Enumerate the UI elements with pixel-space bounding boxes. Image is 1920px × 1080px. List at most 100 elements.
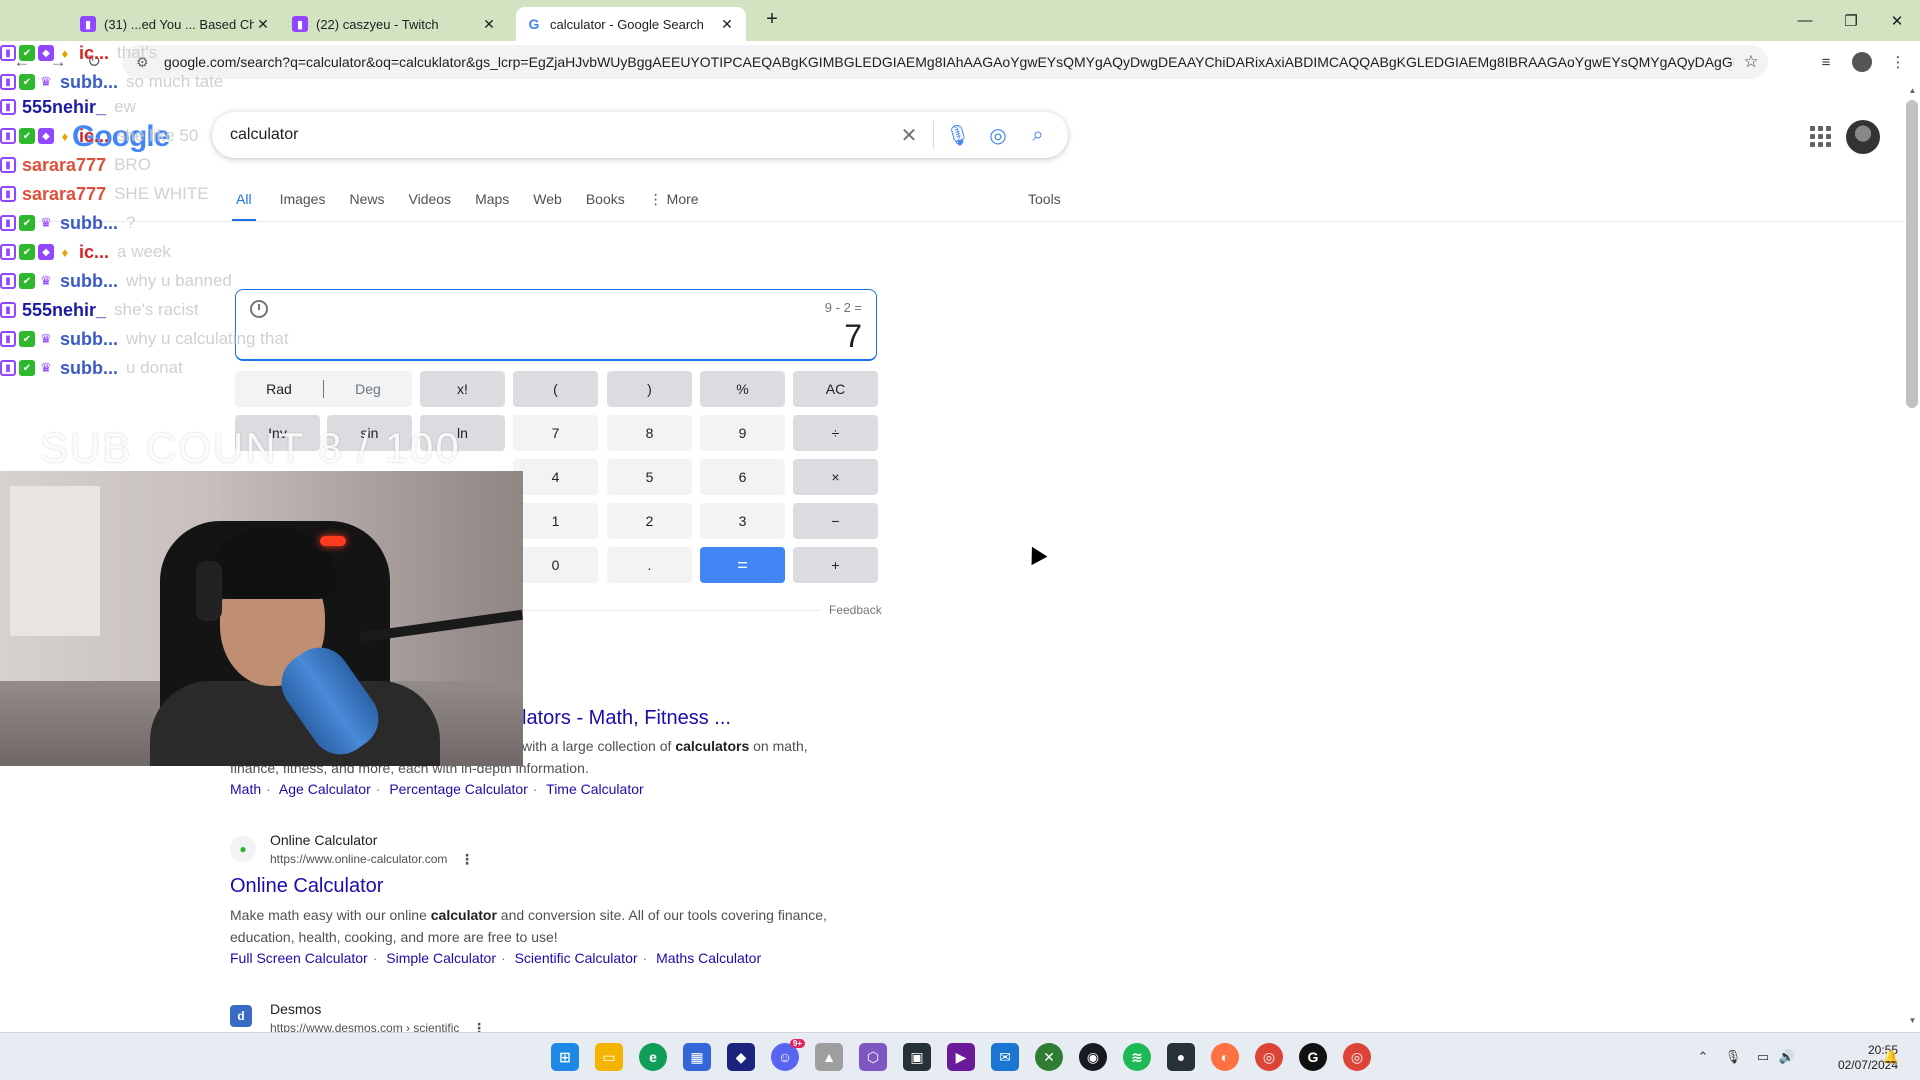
search-input[interactable]	[230, 126, 889, 144]
close-icon[interactable]: ✕	[480, 16, 498, 33]
tab-more[interactable]: ⋮ More	[649, 186, 699, 222]
start-icon[interactable]: ⊞	[551, 1043, 579, 1071]
discord-icon[interactable]: ☺ 9+	[771, 1039, 805, 1071]
browser-tab-1[interactable]: ▮ (31) ...ed You ... Based Ch ✕	[70, 7, 282, 41]
close-icon[interactable]: ✕	[718, 16, 736, 33]
divide-key[interactable]: ÷	[793, 415, 878, 451]
key-7[interactable]: 7	[513, 415, 598, 451]
right-paren-key[interactable]: )	[607, 371, 692, 407]
key-1[interactable]: 1	[513, 503, 598, 539]
clear-icon[interactable]: ✕	[889, 115, 929, 155]
media-control-icon[interactable]: ≡	[1814, 50, 1838, 74]
edge-icon[interactable]: e	[639, 1043, 667, 1071]
address-bar[interactable]: ⚙ google.com/search?q=calculator&oq=calc…	[122, 45, 1768, 79]
google-apps-icon[interactable]	[1808, 124, 1832, 148]
tab-books[interactable]: Books	[586, 186, 625, 222]
file-explorer-icon[interactable]: ▭	[595, 1043, 623, 1071]
key-5[interactable]: 5	[607, 459, 692, 495]
profile-icon[interactable]	[1850, 50, 1874, 74]
window-close-icon[interactable]: ✕	[1874, 0, 1920, 41]
sitelink[interactable]: Time Calculator	[546, 781, 644, 797]
photos-icon[interactable]: ▲	[815, 1043, 843, 1071]
menu-icon[interactable]: ⋮	[1886, 50, 1910, 74]
result-site-name[interactable]: Online Calculator	[270, 832, 377, 848]
subtract-key[interactable]: −	[793, 503, 878, 539]
tab-maps[interactable]: Maps	[475, 186, 509, 222]
sitelink[interactable]: Math	[230, 781, 261, 797]
scroll-thumb[interactable]	[1906, 100, 1918, 408]
tab-all[interactable]: All	[232, 186, 256, 222]
factorial-key[interactable]: x!	[420, 371, 505, 407]
notification-bell-icon[interactable]: 🔔	[1882, 1049, 1900, 1067]
close-icon[interactable]: ✕	[254, 16, 272, 33]
network-icon[interactable]: ▭	[1754, 1049, 1772, 1067]
deg-option[interactable]: Deg	[324, 381, 412, 397]
tools-button[interactable]: Tools	[1028, 191, 1061, 207]
chrome-icon[interactable]: ◎	[1255, 1043, 1283, 1071]
result-url[interactable]: https://www.online-calculator.com	[270, 852, 447, 866]
tab-web[interactable]: Web	[533, 186, 562, 222]
steam-icon[interactable]: ◉	[1079, 1043, 1107, 1071]
minimize-icon[interactable]: —	[1782, 0, 1828, 41]
all-clear-key[interactable]: AC	[793, 371, 878, 407]
chat-username: subb...	[60, 71, 118, 92]
scroll-up-icon[interactable]: ▲	[1905, 86, 1920, 101]
sitelink[interactable]: Full Screen Calculator	[230, 950, 368, 966]
app-icon[interactable]: ◆	[727, 1043, 755, 1071]
twitch-badge-icon: ▮	[0, 273, 16, 289]
result-title[interactable]: Online Calculator	[230, 875, 383, 898]
tab-news[interactable]: News	[349, 186, 384, 222]
search-icon[interactable]: ⌕	[1018, 115, 1058, 155]
sitelink[interactable]: Percentage Calculator	[389, 781, 528, 797]
video-editor-icon[interactable]: ▶	[947, 1043, 975, 1071]
key-3[interactable]: 3	[700, 503, 785, 539]
rad-option[interactable]: Rad	[235, 381, 323, 397]
xbox-icon[interactable]: ✕	[1035, 1043, 1063, 1071]
left-paren-key[interactable]: (	[513, 371, 598, 407]
browser-tab-3[interactable]: G calculator - Google Search ✕	[516, 7, 746, 41]
app-icon[interactable]: ⬡	[859, 1043, 887, 1071]
result-title[interactable]: lators - Math, Fitness ...	[522, 707, 731, 730]
sitelink[interactable]: Maths Calculator	[656, 950, 761, 966]
rad-deg-toggle[interactable]: Rad Deg	[235, 371, 412, 407]
sitelink[interactable]: Age Calculator	[279, 781, 371, 797]
new-tab-button[interactable]: +	[760, 8, 784, 32]
decimal-key[interactable]: .	[607, 547, 692, 583]
key-4[interactable]: 4	[513, 459, 598, 495]
account-avatar[interactable]	[1846, 120, 1880, 154]
more-options-icon[interactable]: ⋮	[460, 851, 474, 868]
firefox-icon[interactable]: ◐	[1211, 1043, 1239, 1071]
percent-key[interactable]: %	[700, 371, 785, 407]
tab-images[interactable]: Images	[280, 186, 326, 222]
equals-key[interactable]: =	[700, 547, 785, 583]
chrome-icon[interactable]: ◎	[1343, 1043, 1371, 1071]
key-6[interactable]: 6	[700, 459, 785, 495]
mail-icon[interactable]: ✉	[991, 1043, 1019, 1071]
restore-icon[interactable]: ❐	[1828, 0, 1874, 41]
microphone-icon[interactable]: 🎙	[1724, 1049, 1742, 1067]
multiply-key[interactable]: ×	[793, 459, 878, 495]
tab-videos[interactable]: Videos	[409, 186, 452, 222]
bookmark-star-icon[interactable]: ☆	[1734, 52, 1768, 72]
spotify-icon[interactable]: ≋	[1123, 1043, 1151, 1071]
store-icon[interactable]: ▦	[683, 1043, 711, 1071]
volume-icon[interactable]: 🔊	[1778, 1049, 1796, 1067]
key-2[interactable]: 2	[607, 503, 692, 539]
sitelink[interactable]: Scientific Calculator	[515, 950, 638, 966]
terminal-icon[interactable]: ▣	[903, 1043, 931, 1071]
microphone-icon[interactable]: 🎙	[938, 115, 978, 155]
key-0[interactable]: 0	[513, 547, 598, 583]
history-icon[interactable]	[250, 300, 268, 318]
key-9[interactable]: 9	[700, 415, 785, 451]
lens-camera-icon[interactable]: ◎	[978, 115, 1018, 155]
obs-icon[interactable]: ●	[1167, 1043, 1195, 1071]
sitelink[interactable]: Simple Calculator	[386, 950, 496, 966]
add-key[interactable]: +	[793, 547, 878, 583]
result-site-name[interactable]: Desmos	[270, 1001, 321, 1017]
browser-tab-2[interactable]: ▮ (22) caszyeu - Twitch ✕	[282, 7, 508, 41]
scroll-down-icon[interactable]: ▼	[1905, 1016, 1920, 1031]
tray-expand-icon[interactable]: ⌃	[1694, 1049, 1712, 1067]
feedback-link[interactable]: Feedback	[829, 603, 882, 617]
key-8[interactable]: 8	[607, 415, 692, 451]
app-icon[interactable]: G	[1299, 1043, 1327, 1071]
